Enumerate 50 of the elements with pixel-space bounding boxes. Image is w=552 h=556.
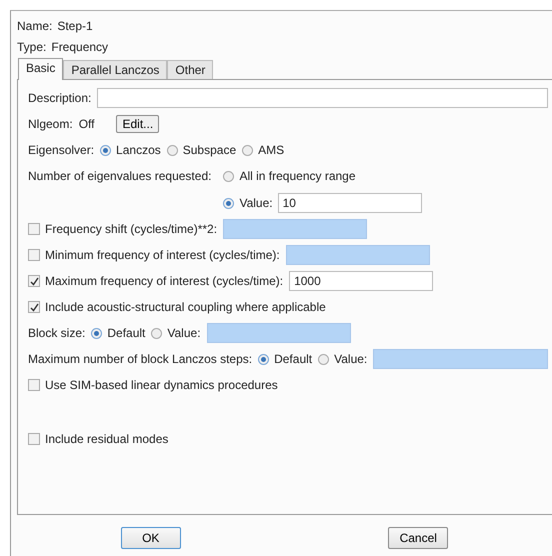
checkbox-label: Minimum frequency of interest (cycles/time): (45, 248, 280, 262)
checkbox[interactable] (28, 433, 40, 445)
radio-button[interactable] (100, 144, 112, 156)
checkbox[interactable] (28, 223, 40, 235)
checkbox[interactable] (28, 249, 40, 261)
label: Number of eigenvalues requested: (28, 168, 212, 185)
checkbox-label: Include residual modes (45, 432, 168, 446)
radio-button[interactable] (151, 328, 162, 338)
tab[interactable]: Other (167, 60, 214, 79)
label: Description: (28, 91, 92, 105)
label: Maximum number of block Lanczos steps: (28, 352, 252, 366)
label: Nlgeom: (28, 117, 73, 131)
tab[interactable]: Basic (18, 58, 64, 80)
radio-button[interactable] (223, 198, 234, 208)
radio-label: Subspace (182, 143, 236, 157)
radio-button[interactable] (242, 144, 254, 156)
label: Eigensolver: (28, 143, 94, 157)
radio-label: Lanczos (116, 143, 161, 157)
label: Off (78, 117, 94, 131)
label: Block size: (28, 326, 86, 340)
radio-label: Default (274, 352, 312, 366)
checkbox[interactable] (28, 379, 40, 391)
radio-label: Value: (167, 326, 201, 340)
checkbox[interactable] (28, 275, 40, 287)
input-field[interactable] (97, 88, 548, 108)
radio-button[interactable] (223, 170, 234, 182)
checkbox-label: Frequency shift (cycles/time)**2: (45, 222, 218, 236)
radio-label: AMS (258, 143, 284, 157)
radio-button[interactable] (318, 354, 330, 364)
input-field[interactable]: 1000 (289, 271, 434, 291)
checkbox[interactable] (28, 301, 40, 313)
radio-button[interactable] (258, 354, 270, 364)
checkbox-label: Maximum frequency of interest (cycles/time): (45, 274, 284, 288)
radio-label: Value: (239, 196, 273, 210)
field-label: Type: (17, 40, 46, 54)
field-label: Name: (17, 18, 52, 32)
radio-label: All in frequency range (239, 169, 356, 183)
checkbox-label: Use SIM-based linear dynamics procedures (45, 378, 278, 392)
field-value: Step-1 (57, 18, 93, 32)
field-value: Frequency (51, 40, 108, 54)
checkbox-label: Include acoustic-structural coupling where applicable (45, 300, 326, 314)
dialog-button[interactable]: Cancel (388, 527, 448, 549)
dialog-button[interactable]: OK (120, 527, 181, 549)
input-field[interactable]: 10 (278, 193, 422, 213)
radio-button[interactable] (166, 144, 178, 156)
radio-label: Value: (334, 352, 368, 366)
tab[interactable]: Parallel Lanczos (63, 60, 168, 79)
radio-button[interactable] (91, 328, 102, 338)
radio-label: Default (107, 326, 146, 340)
edit-button[interactable]: Edit... (116, 115, 160, 133)
